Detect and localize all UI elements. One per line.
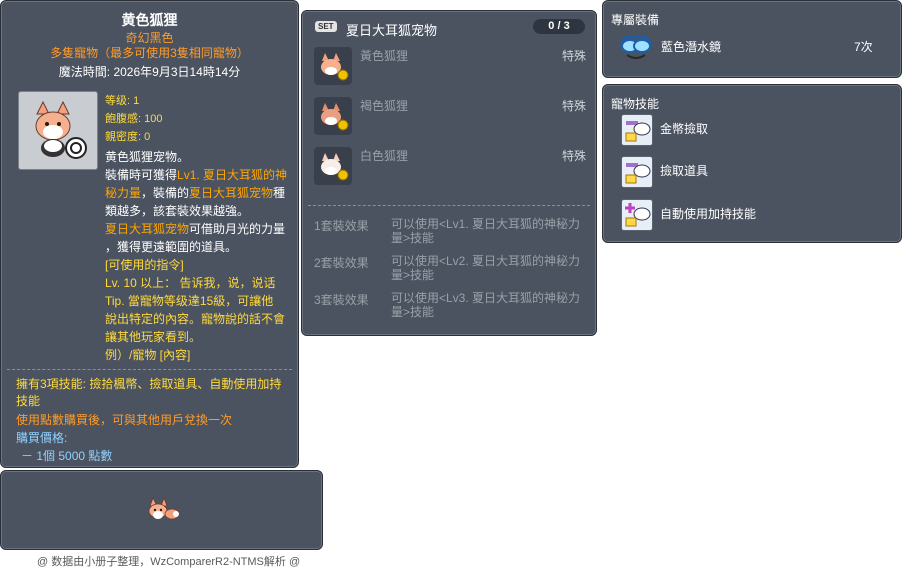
set-effect-text: 可以使用<Lv3. 夏日大耳狐的神秘力量>技能 xyxy=(391,291,581,319)
set-item-type: 特殊 xyxy=(561,99,586,113)
exclusive-item-count: 7次 xyxy=(854,40,873,54)
set-effect-text: 可以使用<Lv2. 夏日大耳狐的神秘力量>技能 xyxy=(391,254,581,282)
item-title: 黄色狐狸 xyxy=(121,12,178,28)
set-item-type: 特殊 xyxy=(561,49,586,63)
desc-line: 說出特定的內容。寵物說的話不會 xyxy=(105,312,286,326)
fox-icon xyxy=(314,47,352,85)
desc-line: 裝備時可獲得Lv1. 夏日大耳狐的神 xyxy=(105,168,288,182)
desc-line: 黄色狐狸宠物。 xyxy=(105,150,190,164)
set-effect-label: 2套裝效果 xyxy=(314,256,369,270)
pet-skill-name: 自動使用加持技能 xyxy=(660,207,757,221)
desc-line: Tip. 當寵物等级達15級，可讓他 xyxy=(105,294,274,308)
magic-time: 魔法時間: 2026年9月3日14時14分 xyxy=(58,65,241,79)
set-tag: SET xyxy=(315,21,337,32)
set-info-panel: SET 夏日大耳狐宠物 0 / 3 黃色狐狸 特殊 褐色狐狸 特殊 白色狐狸 特… xyxy=(301,10,597,336)
pet-skill-name: 撿取道具 xyxy=(660,164,709,178)
price-value: － 1個 5000 點數 xyxy=(21,449,113,463)
coin-pickup-icon xyxy=(621,114,653,146)
set-item[interactable]: 黃色狐狸 特殊 xyxy=(314,47,586,87)
trade-note: 使用點數購買後，可與其他用戶兌換一次 xyxy=(16,413,233,427)
pet-level: 等级: 1 xyxy=(105,95,140,107)
auto-buff-icon xyxy=(621,199,653,231)
set-effect-label: 1套裝效果 xyxy=(314,219,369,233)
price-label: 購買價格: xyxy=(16,431,68,445)
desc-line: 夏日大耳狐宠物可借助月光的力量 xyxy=(105,222,286,236)
desc-line: ，獲得更遠範圍的道具。 xyxy=(105,240,238,254)
desc-line: 秘力量，裝備的夏日大耳狐宠物種 xyxy=(105,186,286,200)
set-item-name: 黃色狐狸 xyxy=(360,49,409,63)
exclusive-item-name: 藍色潛水鏡 xyxy=(661,40,722,54)
set-item-name: 白色狐狸 xyxy=(360,149,409,163)
desc-line: [可使用的指令] xyxy=(105,258,184,272)
divider xyxy=(7,369,292,370)
desc-line: 讓其他玩家看到。 xyxy=(105,330,202,344)
set-effect-label: 3套裝效果 xyxy=(314,293,369,307)
pet-fullness: 飽腹感: 100 xyxy=(105,113,163,125)
set-item-name: 褐色狐狸 xyxy=(360,99,409,113)
pet-preview-panel xyxy=(0,470,323,550)
item-description: 黄色狐狸宠物。 裝備時可獲得Lv1. 夏日大耳狐的神 秘力量，裝備的夏日大耳狐宠… xyxy=(105,148,291,364)
fox-icon xyxy=(314,147,352,185)
item-subtitle: 多隻寵物（最多可使用3隻相同寵物） xyxy=(50,46,249,60)
diving-goggles-icon xyxy=(619,35,653,59)
exclusive-header: 專屬裝備 xyxy=(611,13,660,27)
pet-skills-summary: 擁有3項技能: 撿拾楓幣、撿取道具、自動使用加持 技能 xyxy=(16,377,282,408)
pet-closeness: 親密度: 0 xyxy=(105,131,151,143)
exclusive-equip-panel: 專屬裝備 藍色潛水鏡 7次 xyxy=(602,0,902,78)
set-item[interactable]: 褐色狐狸 特殊 xyxy=(314,97,586,137)
set-item[interactable]: 白色狐狸 特殊 xyxy=(314,147,586,187)
pet-skill-name: 金幣撿取 xyxy=(660,122,709,136)
desc-line: 類越多，該套裝效果越強。 xyxy=(105,204,250,218)
item-pickup-icon xyxy=(621,156,653,188)
item-tooltip-panel: 黄色狐狸 奇幻黑色 多隻寵物（最多可使用3隻相同寵物） 魔法時間: 2026年9… xyxy=(0,0,299,468)
desc-line: 例）/寵物 [內容] xyxy=(105,348,191,362)
fox-preview-sprite xyxy=(148,496,180,520)
divider xyxy=(308,205,590,206)
set-name: 夏日大耳狐宠物 xyxy=(346,23,438,38)
pet-icon-frame xyxy=(18,91,98,170)
fox-pet-icon xyxy=(35,100,87,159)
set-item-type: 特殊 xyxy=(561,149,586,163)
desc-line: Lv. 10 以上： 告诉我，说，说话 xyxy=(105,276,276,290)
pet-skills-header: 寵物技能 xyxy=(611,97,660,111)
set-count: 0 / 3 xyxy=(533,19,585,34)
fox-icon xyxy=(314,97,352,135)
pet-skills-panel: 寵物技能 金幣撿取 撿取道具 自動使用加持技能 xyxy=(602,84,902,243)
set-effect-text: 可以使用<Lv1. 夏日大耳狐的神秘力量>技能 xyxy=(391,217,581,245)
